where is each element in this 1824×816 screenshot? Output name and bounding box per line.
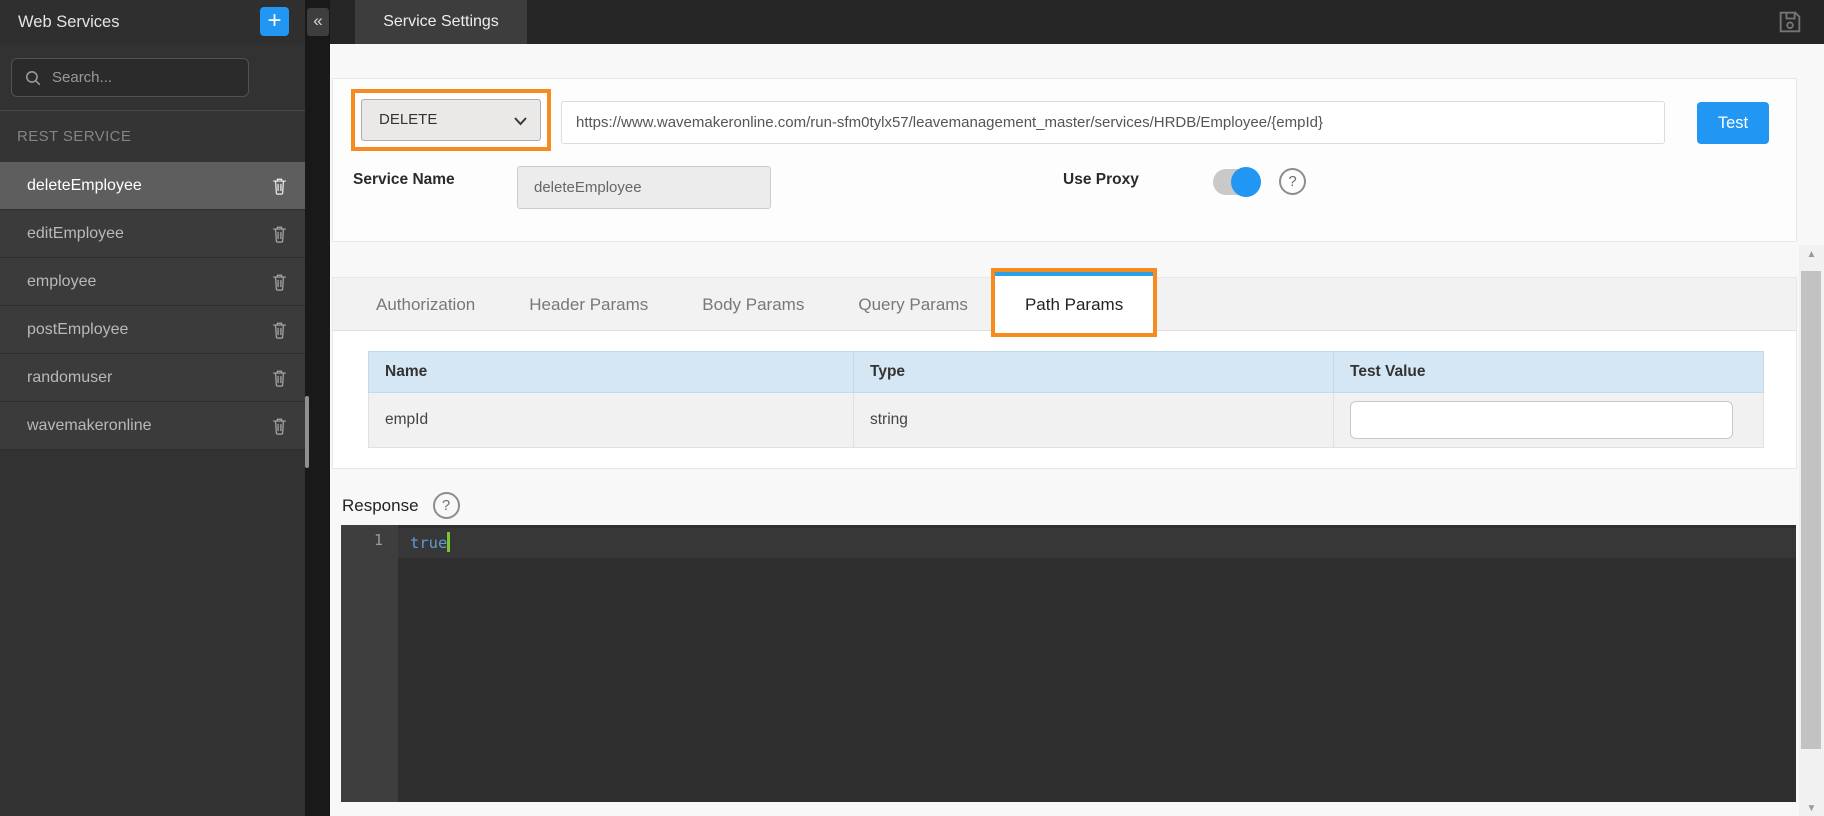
sidebar-header: Web Services + xyxy=(0,0,305,44)
tab-body-params[interactable]: Body Params xyxy=(675,278,831,330)
service-label: deleteEmployee xyxy=(27,162,142,209)
use-proxy-toggle[interactable] xyxy=(1213,169,1257,195)
request-url-input[interactable] xyxy=(561,101,1665,144)
service-name-input[interactable] xyxy=(517,166,771,209)
param-test-value-cell xyxy=(1334,393,1764,448)
delete-service-icon[interactable] xyxy=(271,320,288,345)
search-input[interactable] xyxy=(52,59,242,96)
params-tabstrip: Authorization Header Params Body Params … xyxy=(333,278,1796,331)
response-value: true xyxy=(410,534,447,552)
sidebar-title: Web Services xyxy=(18,0,119,44)
sidebar-scrollbar-thumb[interactable] xyxy=(305,396,309,468)
service-label: wavemakeronline xyxy=(27,402,152,449)
method-highlight-box: DELETE xyxy=(351,89,551,151)
path-params-table: Name Type Test Value empId string xyxy=(368,351,1764,448)
tab-authorization[interactable]: Authorization xyxy=(349,278,502,330)
tab-path-params[interactable]: Path Params xyxy=(995,272,1153,333)
delete-service-icon[interactable] xyxy=(271,224,288,249)
rest-service-section-label: REST SERVICE xyxy=(0,110,305,162)
top-bar: Service Settings xyxy=(330,0,1824,44)
test-button[interactable]: Test xyxy=(1697,102,1769,144)
sidebar-item-randomuser[interactable]: randomuser xyxy=(0,354,305,402)
tab-service-settings[interactable]: Service Settings xyxy=(355,0,527,44)
request-settings-card: DELETE Test Service Name Use Proxy ? xyxy=(332,78,1797,242)
response-header: Response ? xyxy=(342,492,460,519)
delete-service-icon[interactable] xyxy=(271,368,288,393)
sidebar-item-wavemakeronline[interactable]: wavemakeronline xyxy=(0,402,305,450)
service-label: employee xyxy=(27,258,96,305)
service-search-box xyxy=(11,58,249,97)
line-number: 1 xyxy=(374,531,383,549)
add-service-button[interactable]: + xyxy=(260,7,289,36)
content-scrollbar[interactable]: ▲ ▼ xyxy=(1799,245,1824,816)
delete-service-icon[interactable] xyxy=(271,272,288,297)
search-icon xyxy=(24,69,43,88)
sidebar-item-postEmployee[interactable]: postEmployee xyxy=(0,306,305,354)
column-header-test-value: Test Value xyxy=(1334,352,1764,393)
service-label: editEmployee xyxy=(27,210,124,257)
param-name-cell: empId xyxy=(369,393,854,448)
method-select-value: DELETE xyxy=(379,100,437,140)
sidebar-rail: « xyxy=(305,0,330,816)
tab-header-params[interactable]: Header Params xyxy=(502,278,675,330)
tab-query-params[interactable]: Query Params xyxy=(831,278,995,330)
service-settings-panel: DELETE Test Service Name Use Proxy ? Aut… xyxy=(330,44,1824,816)
collapse-sidebar-button[interactable]: « xyxy=(307,8,329,36)
column-header-type: Type xyxy=(854,352,1334,393)
use-proxy-label: Use Proxy xyxy=(1063,171,1139,189)
editor-gutter: 1 xyxy=(341,525,398,802)
chevron-down-icon xyxy=(514,117,527,126)
editor-current-line: true xyxy=(398,528,1796,558)
sidebar-item-deleteEmployee[interactable]: deleteEmployee xyxy=(0,162,305,210)
sidebar-item-employee[interactable]: employee xyxy=(0,258,305,306)
scroll-up-icon[interactable]: ▲ xyxy=(1799,249,1824,260)
param-type-cell: string xyxy=(854,393,1334,448)
web-services-sidebar: Web Services + REST SERVICE deleteEmploy… xyxy=(0,0,305,816)
delete-service-icon[interactable] xyxy=(271,416,288,441)
test-value-input[interactable] xyxy=(1350,401,1733,439)
column-header-name: Name xyxy=(369,352,854,393)
delete-service-icon[interactable] xyxy=(271,176,288,201)
service-list: deleteEmployee editEmployee employee pos… xyxy=(0,162,305,450)
response-help-icon[interactable]: ? xyxy=(433,492,460,519)
response-label: Response xyxy=(342,496,419,516)
table-row: empId string xyxy=(369,393,1764,448)
method-select[interactable]: DELETE xyxy=(361,99,541,141)
response-code-editor[interactable]: 1 true xyxy=(341,525,1796,802)
save-icon[interactable] xyxy=(1776,8,1804,36)
service-label: postEmployee xyxy=(27,306,128,353)
use-proxy-help-icon[interactable]: ? xyxy=(1279,168,1306,195)
editor-caret xyxy=(447,532,450,552)
sidebar-item-editEmployee[interactable]: editEmployee xyxy=(0,210,305,258)
params-card: Authorization Header Params Body Params … xyxy=(332,277,1797,469)
table-header-row: Name Type Test Value xyxy=(369,352,1764,393)
toggle-knob xyxy=(1231,167,1261,197)
scroll-down-icon[interactable]: ▼ xyxy=(1799,803,1824,814)
scrollbar-thumb[interactable] xyxy=(1801,271,1821,749)
app-root: Web Services + REST SERVICE deleteEmploy… xyxy=(0,0,1824,816)
service-name-label: Service Name xyxy=(353,171,455,189)
service-label: randomuser xyxy=(27,354,112,401)
